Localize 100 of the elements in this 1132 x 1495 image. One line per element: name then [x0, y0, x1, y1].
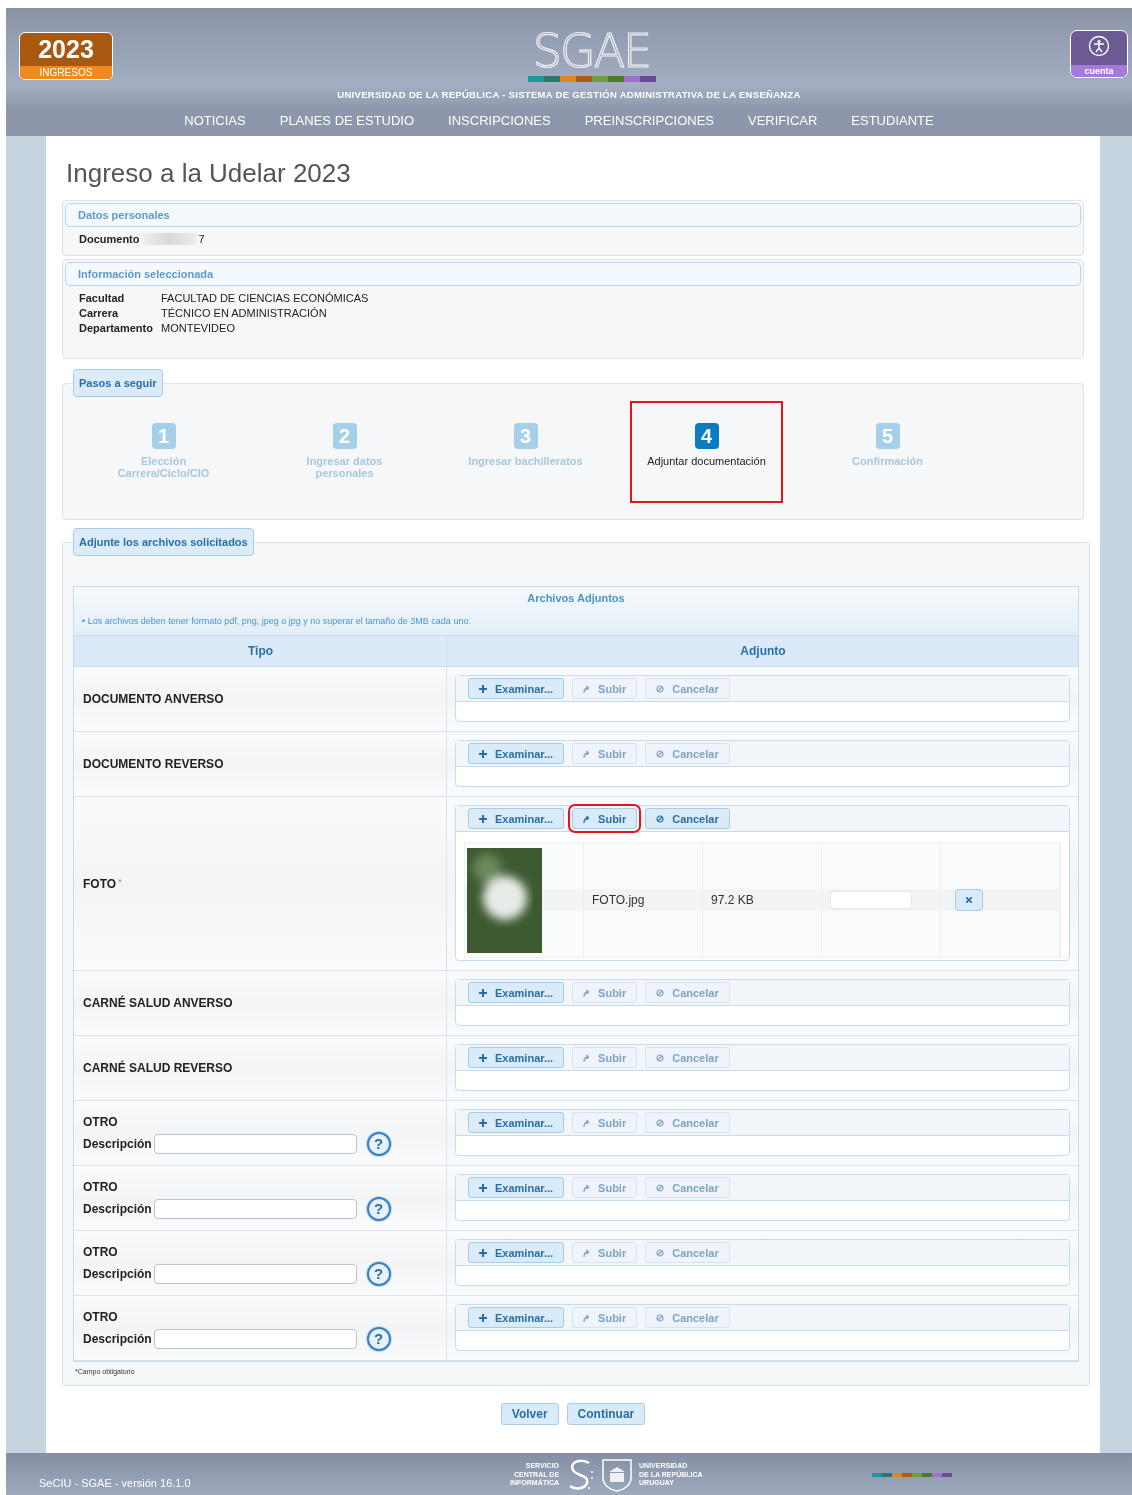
badge-year: 2023 — [37, 34, 95, 65]
cancel-icon — [656, 1053, 665, 1062]
cancel-icon — [656, 988, 665, 997]
plus-icon — [479, 1313, 487, 1322]
cancel-icon — [656, 1248, 665, 1257]
description-field[interactable] — [153, 1263, 357, 1284]
cancel-icon — [656, 1118, 665, 1127]
column-header: Tipo — [74, 636, 448, 666]
nav-link[interactable]: ESTUDIANTE — [851, 113, 934, 128]
upload-arrow-icon — [583, 814, 591, 823]
document-type: DOCUMENTO ANVERSO — [83, 692, 224, 706]
upload-arrow-icon — [583, 1183, 591, 1192]
document-type: OTRO — [83, 1114, 119, 1129]
section-legend: Adjunte los archivos solicitados — [73, 528, 254, 556]
document-type: CARNÉ SALUD ANVERSO — [83, 996, 233, 1010]
browse-button[interactable]: Examinar... — [468, 1242, 565, 1263]
account-button[interactable]: cuenta — [1070, 30, 1128, 78]
upload-arrow-icon — [583, 1248, 591, 1257]
document-type: DOCUMENTO REVERSO — [83, 757, 224, 771]
help-button[interactable]: ? — [366, 1196, 391, 1221]
browse-button[interactable]: Examinar... — [468, 678, 565, 699]
document-type: FOTO — [83, 876, 117, 891]
plus-icon — [479, 749, 487, 758]
field-label: Documento — [79, 233, 140, 245]
upload-arrow-icon — [583, 684, 591, 693]
document-type: CARNÉ SALUD REVERSO — [83, 1061, 233, 1075]
step-label: Elección Carrera/Ciclo/CIO — [116, 455, 211, 479]
file-name: FOTO.jpg — [592, 893, 645, 907]
plus-icon — [479, 1053, 487, 1062]
table-caption: Archivos Adjuntos — [526, 592, 626, 604]
action-button[interactable]: Continuar — [566, 1403, 646, 1425]
upload-arrow-icon — [583, 1118, 591, 1127]
description-field[interactable] — [153, 1198, 357, 1219]
field-label: Descripción — [83, 1136, 152, 1151]
nav-link[interactable]: PREINSCRIPCIONES — [584, 113, 714, 128]
column-header: Adjunto — [739, 643, 787, 660]
cancel-icon — [656, 749, 665, 758]
cancel-icon — [656, 1313, 665, 1322]
browse-button[interactable]: Examinar... — [468, 1307, 565, 1328]
panel-title: Datos personales — [65, 203, 1081, 227]
document-type: OTRO — [83, 1179, 119, 1194]
panel-title: Información seleccionada — [65, 262, 1081, 286]
step-number: 3 — [513, 423, 538, 449]
badge-label: INGRESOS — [20, 66, 112, 79]
nav-link[interactable]: PLANES DE ESTUDIO — [279, 113, 415, 128]
field-label: Descripción — [83, 1266, 152, 1281]
field-value: MONTEVIDEO — [161, 322, 236, 334]
cancel-button[interactable]: Cancelar — [645, 808, 730, 829]
university-building-icon — [601, 1458, 634, 1492]
field-label: Descripción — [83, 1331, 152, 1346]
browse-button[interactable]: Examinar... — [468, 1177, 565, 1198]
plus-icon — [479, 988, 487, 997]
file-size: 97.2 KB — [711, 893, 754, 907]
document-type: OTRO — [83, 1309, 119, 1324]
browse-button[interactable]: Examinar... — [468, 982, 565, 1003]
plus-icon — [479, 1183, 487, 1192]
field-value: FACULTAD DE CIENCIAS ECONÓMICAS — [161, 292, 370, 304]
field-label: Carrera — [79, 307, 120, 319]
step-number: 5 — [875, 423, 900, 449]
plus-icon — [479, 814, 487, 823]
upload-arrow-icon — [583, 988, 591, 997]
nav-link[interactable]: VERIFICAR — [748, 113, 818, 128]
help-button[interactable]: ? — [366, 1261, 391, 1286]
browse-button[interactable]: Examinar... — [468, 808, 565, 829]
accessibility-icon — [1088, 35, 1110, 57]
upload-arrow-icon — [583, 1053, 591, 1062]
upload-arrow-icon — [583, 749, 591, 758]
help-button[interactable]: ? — [366, 1131, 391, 1156]
required-mark: * — [118, 876, 122, 887]
step-label: Ingresar datos personales — [305, 455, 384, 479]
version-text: SeCIU - SGAE - versión 16.1.0 — [39, 1477, 191, 1489]
site-logo[interactable]: SGAE — [532, 27, 651, 75]
browse-button[interactable]: Examinar... — [468, 1047, 565, 1068]
upload-arrow-icon — [583, 1313, 591, 1322]
nav-link[interactable]: NOTICIAS — [184, 113, 246, 128]
step-label: Adjuntar documentación — [647, 455, 766, 467]
field-label: Descripción — [83, 1201, 152, 1216]
field-label: Facultad — [79, 292, 126, 304]
page-title: Ingreso a la Udelar 2023 — [66, 158, 352, 189]
step-number: 1 — [151, 423, 176, 449]
step-label: Ingresar bachilleratos — [468, 455, 583, 467]
plus-icon — [479, 1248, 487, 1257]
help-button[interactable]: ? — [366, 1326, 391, 1351]
section-legend: Pasos a seguir — [73, 369, 163, 397]
document-type: OTRO — [83, 1244, 119, 1259]
browse-button[interactable]: Examinar... — [468, 1112, 565, 1133]
plus-icon — [479, 1118, 487, 1127]
step-number: 4 — [694, 423, 719, 449]
description-field[interactable] — [153, 1133, 357, 1154]
format-note: • Los archivos deben tener formato pdf, png, jpeg o jpg y no superar el tamaño de 3MB cada uno. — [82, 616, 472, 628]
action-button[interactable]: Volver — [500, 1403, 559, 1425]
remove-button[interactable] — [955, 889, 983, 911]
nav-link[interactable]: INSCRIPCIONES — [448, 113, 551, 128]
description-field[interactable] — [153, 1328, 357, 1349]
field-label: Departamento — [79, 322, 154, 334]
cancel-icon — [656, 684, 665, 693]
field-value: TÉCNICO EN ADMINISTRACIÓN — [161, 307, 328, 319]
cancel-icon — [656, 814, 665, 823]
browse-button[interactable]: Examinar... — [468, 743, 565, 764]
close-icon — [966, 897, 972, 903]
